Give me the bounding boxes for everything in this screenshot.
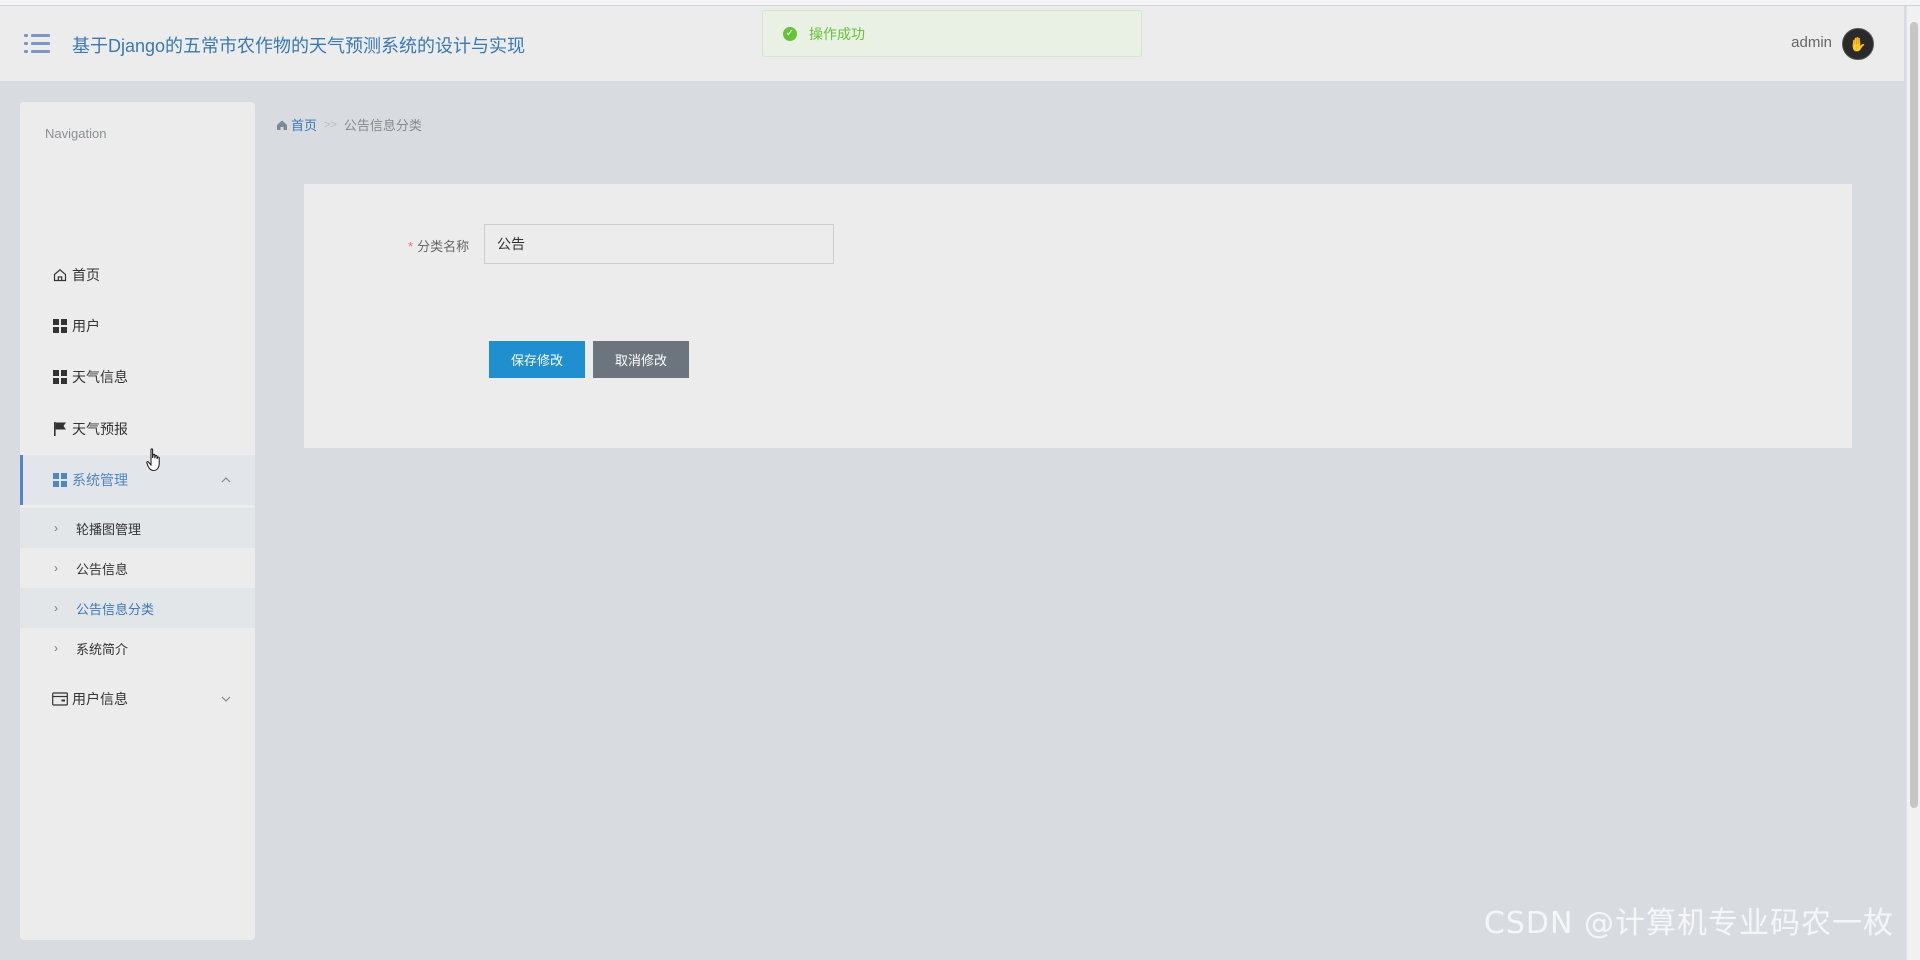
success-toast: ✓ 操作成功 xyxy=(762,10,1142,57)
submenu-item-announcements[interactable]: › 公告信息 xyxy=(20,548,255,588)
required-mark: * xyxy=(408,239,414,254)
category-name-input[interactable] xyxy=(484,224,834,264)
sidebar-item-users[interactable]: 用户 xyxy=(20,301,255,351)
submenu-item-label: 轮播图管理 xyxy=(76,521,142,537)
sidebar-item-label: 用户信息 xyxy=(72,691,128,707)
category-name-label: * 分类名称 xyxy=(408,236,469,255)
submenu-item-announcement-categories[interactable]: › 公告信息分类 xyxy=(20,588,255,628)
chevron-down-icon xyxy=(219,692,233,706)
home-icon xyxy=(276,119,288,131)
scrollbar-thumb[interactable] xyxy=(1910,22,1918,808)
submenu-item-carousel[interactable]: › 轮播图管理 xyxy=(20,508,255,548)
sidebar: Navigation 首页 用户 天气信息 天气预报 系统管理 › 轮播图管理 … xyxy=(20,102,255,940)
watermark-text: CSDN @计算机专业码农一枚 xyxy=(1483,906,1894,941)
submenu-item-system-intro[interactable]: › 系统简介 xyxy=(20,628,255,668)
chevron-right-icon: › xyxy=(54,561,58,575)
sidebar-item-user-info[interactable]: 用户信息 xyxy=(20,674,255,724)
sidebar-item-label: 首页 xyxy=(72,267,100,283)
submenu-item-label: 公告信息分类 xyxy=(76,601,155,617)
sidebar-item-label: 用户 xyxy=(72,318,100,334)
chevron-right-icon: › xyxy=(54,521,58,535)
sidebar-item-weather-info[interactable]: 天气信息 xyxy=(20,352,255,402)
avatar-icon: ✋ xyxy=(1849,35,1867,52)
sidebar-item-label: 天气信息 xyxy=(72,369,128,385)
breadcrumb-separator: >> xyxy=(324,118,337,131)
sidebar-item-system-management[interactable]: 系统管理 xyxy=(20,455,255,505)
mouse-pointer-icon xyxy=(146,448,162,472)
breadcrumb-current: 公告信息分类 xyxy=(343,118,422,133)
chevron-right-icon: › xyxy=(54,641,58,655)
edit-form-panel: *分类名称 保存修改 取消修改 xyxy=(304,184,1852,448)
submenu-item-label: 公告信息 xyxy=(76,561,129,577)
grid-icon xyxy=(52,472,68,488)
wallet-icon xyxy=(52,691,68,707)
save-button[interactable]: 保存修改 xyxy=(489,341,585,378)
sidebar-item-label: 天气预报 xyxy=(72,421,128,437)
chevron-right-icon: › xyxy=(54,601,58,615)
cancel-button[interactable]: 取消修改 xyxy=(593,341,689,378)
site-title: 基于Django的五常市农作物的天气预测系统的设计与实现 xyxy=(72,36,526,56)
flag-icon xyxy=(52,421,68,437)
username-label[interactable]: admin xyxy=(1791,34,1832,51)
grid-icon xyxy=(52,369,68,385)
check-circle-icon: ✓ xyxy=(783,26,797,41)
breadcrumb-home-link[interactable]: 首页 xyxy=(291,115,317,134)
toast-message: 操作成功 xyxy=(809,25,865,42)
sidebar-item-label: 系统管理 xyxy=(72,472,128,488)
submenu-item-label: 系统简介 xyxy=(76,641,129,657)
nav-heading: Navigation xyxy=(45,126,107,141)
page-scrollbar[interactable] xyxy=(1906,6,1920,960)
grid-icon xyxy=(52,318,68,334)
sidebar-item-weather-forecast[interactable]: 天气预报 xyxy=(20,404,255,454)
chevron-up-icon xyxy=(219,473,233,487)
home-icon xyxy=(52,267,68,283)
avatar[interactable]: ✋ xyxy=(1842,28,1874,60)
sidebar-item-home[interactable]: 首页 xyxy=(20,250,255,300)
breadcrumb: 首页 >> 公告信息分类 xyxy=(276,115,422,134)
menu-toggle-icon[interactable] xyxy=(24,33,50,55)
field-label-text: 分类名称 xyxy=(417,239,470,254)
